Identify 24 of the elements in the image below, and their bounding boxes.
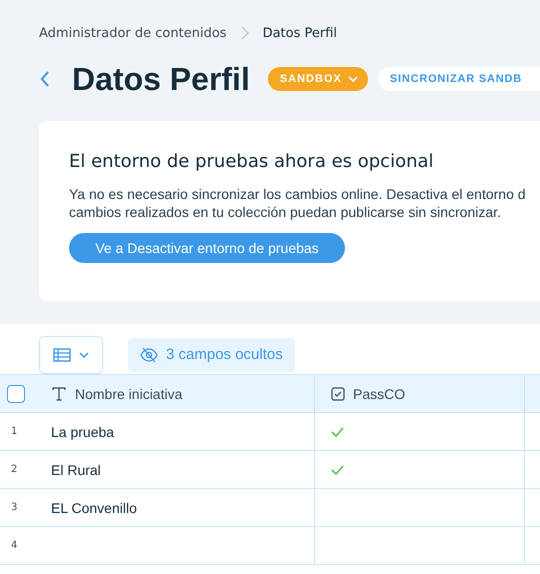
view-switcher-button[interactable] — [39, 336, 103, 374]
text-type-icon — [51, 386, 67, 402]
table-cell: El Rural — [51, 462, 101, 478]
row-number: 4 — [10, 540, 18, 551]
caret-icon — [79, 352, 89, 358]
table-icon — [53, 348, 71, 362]
chevron-right-icon — [240, 26, 249, 40]
back-icon[interactable] — [40, 71, 50, 87]
breadcrumb-link[interactable]: Datos Perfil — [262, 26, 338, 40]
row-number: 1 — [10, 426, 18, 437]
notice-title: El entorno de pruebas ahora es opcional — [69, 151, 435, 172]
row-number: 2 — [10, 464, 18, 475]
notice-text: Ya no es necesario sincronizar los cambios online. Desactiva el entorno d cambios realizados en tu colección puedan publicarse sin sincronizar. — [69, 185, 527, 221]
column-header[interactable]: PassCO — [331, 386, 406, 402]
page-title: Datos Perfil — [72, 60, 250, 98]
select-all-checkbox[interactable] — [7, 384, 25, 402]
checkbox-icon — [331, 386, 345, 400]
caret-icon — [348, 76, 358, 82]
table-cell: La prueba — [51, 424, 114, 440]
breadcrumb-link[interactable]: Administrador de contenidos — [39, 26, 227, 40]
row-number: 3 — [10, 502, 18, 513]
column-header[interactable]: Nombre iniciativa — [51, 386, 182, 402]
table-cell: EL Convenillo — [51, 500, 137, 516]
eye-hidden-icon — [140, 346, 158, 362]
